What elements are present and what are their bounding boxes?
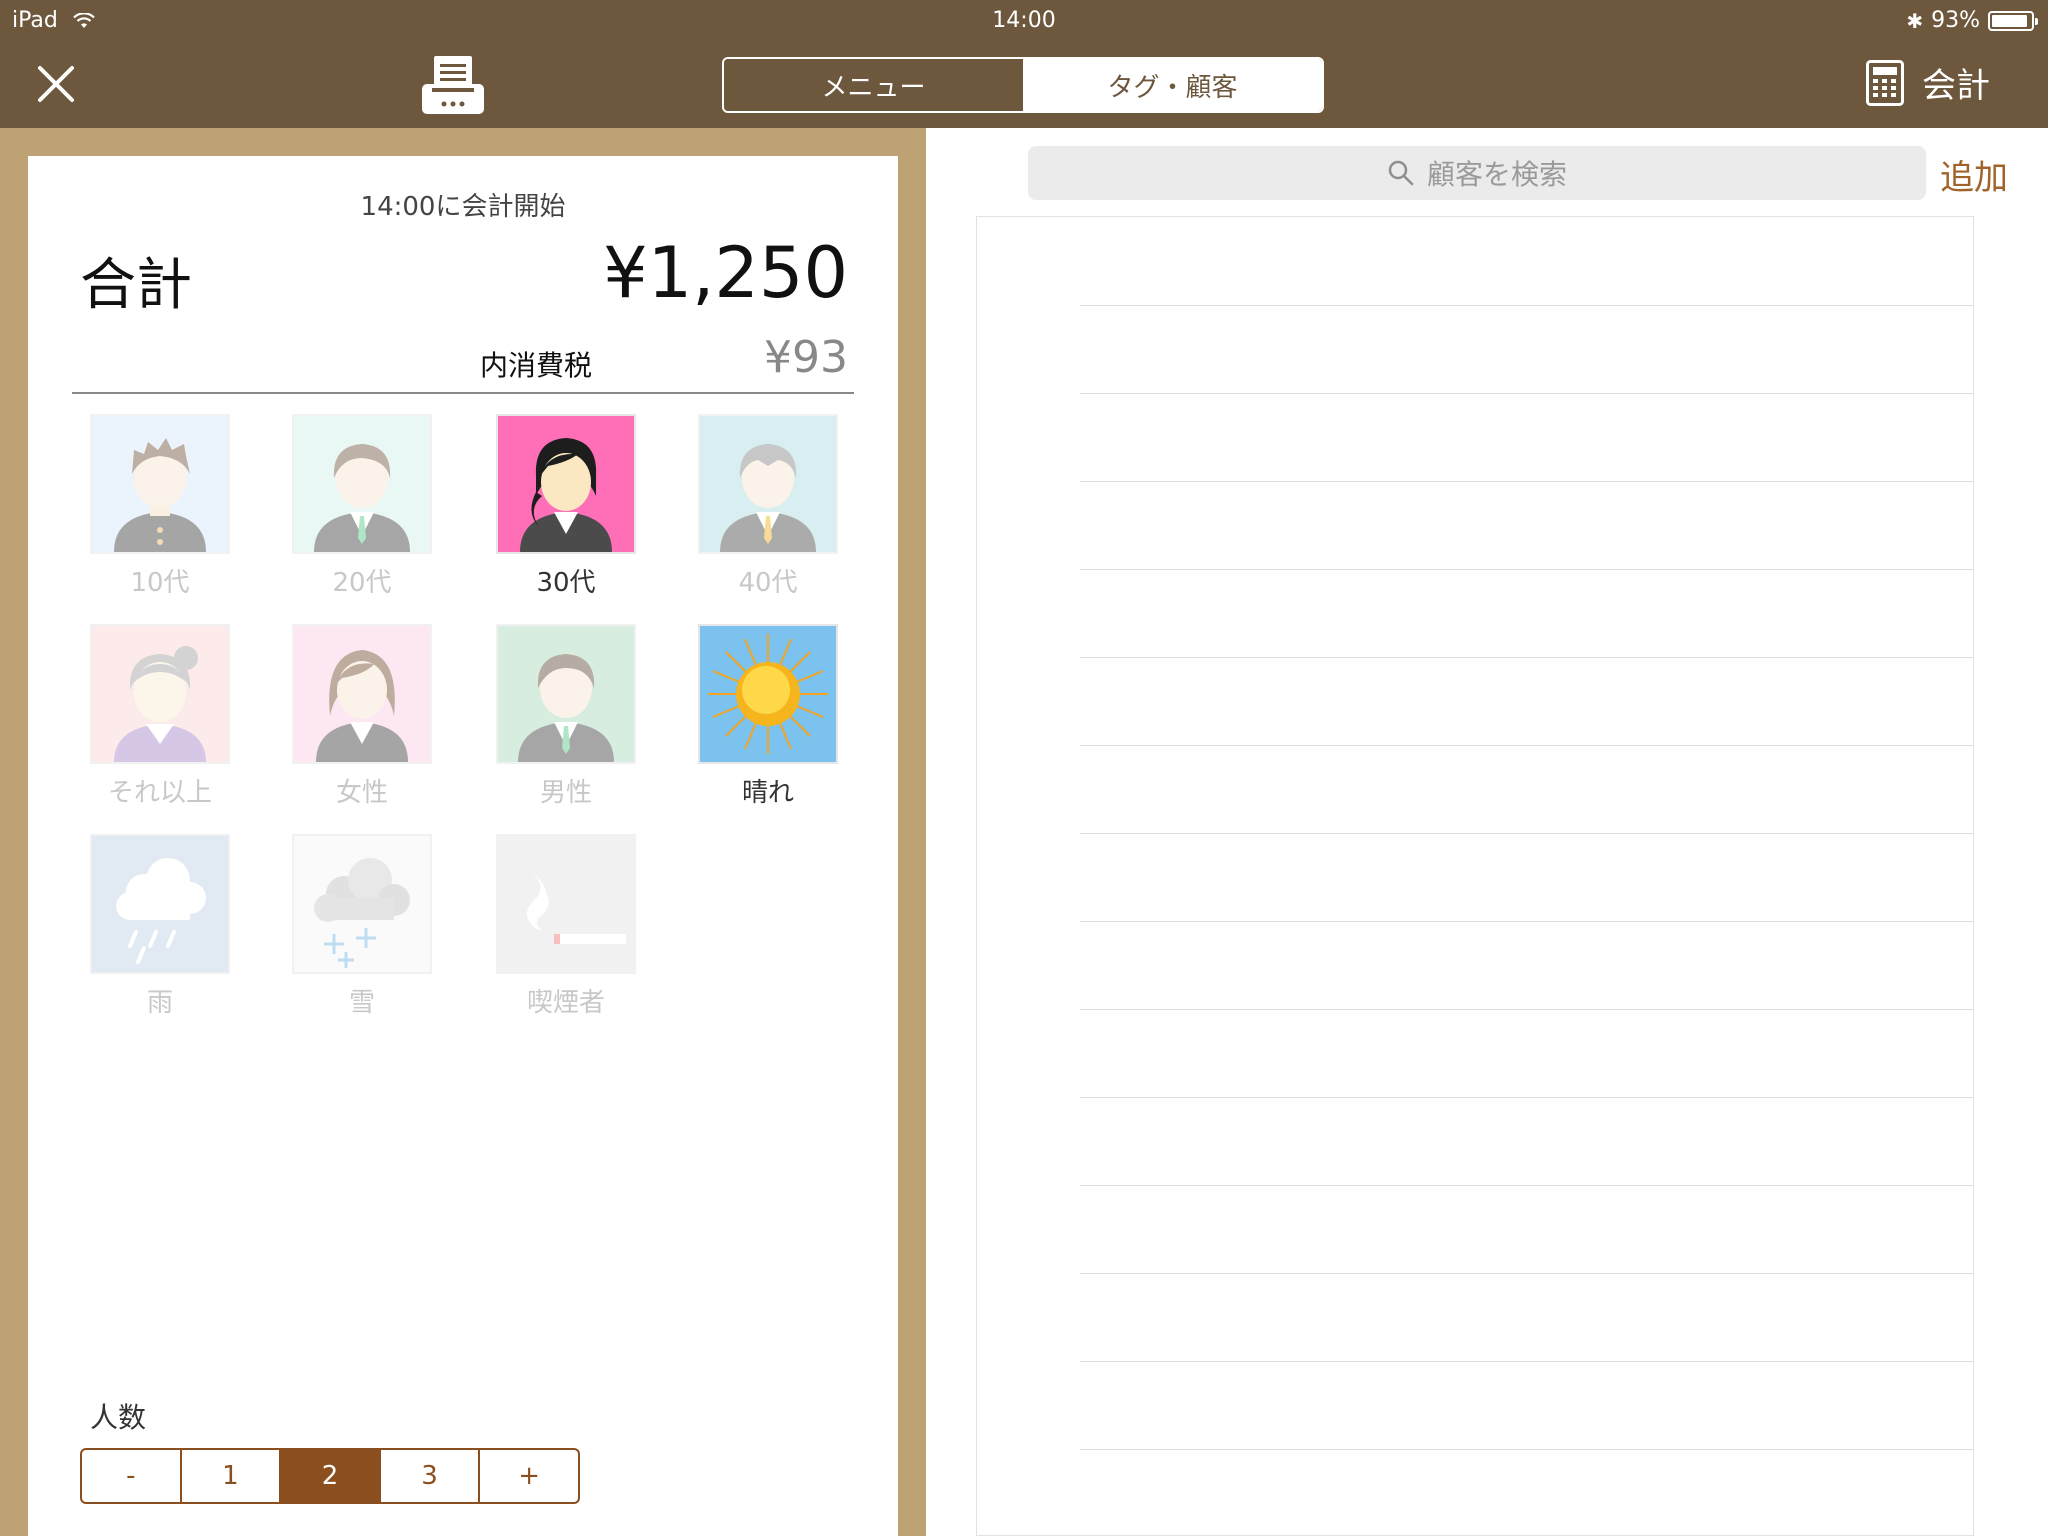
battery-icon: [1988, 10, 2038, 31]
search-icon: [1388, 160, 1414, 186]
list-separator: [1080, 833, 1973, 834]
tab-tags-customers[interactable]: タグ・顧客: [1023, 59, 1322, 111]
status-right: ✱ 93%: [1906, 8, 2038, 33]
tag-label: 女性: [335, 778, 388, 808]
tax-label: 内消費税: [480, 349, 593, 382]
woman-icon: [292, 624, 432, 764]
tag-label: それ以上: [107, 778, 212, 808]
list-separator: [1080, 1449, 1973, 1450]
tag-tile[interactable]: 30代: [496, 414, 636, 598]
smoker-icon: [496, 834, 636, 974]
party-size-stepper: - 1 2 3 +: [80, 1448, 580, 1504]
list-separator: [1080, 1097, 1973, 1098]
party-option-1[interactable]: 1: [182, 1450, 282, 1502]
close-icon[interactable]: [30, 58, 82, 110]
search-placeholder: 顧客を検索: [1426, 158, 1567, 191]
list-separator: [1080, 569, 1973, 570]
tab-menu[interactable]: メニュー: [724, 59, 1023, 111]
list-separator: [1080, 1273, 1973, 1274]
tag-label: 雪: [348, 988, 375, 1018]
party-decrement-button[interactable]: -: [82, 1450, 182, 1502]
total-value: ¥1,250: [603, 232, 848, 314]
add-customer-button[interactable]: 追加: [1940, 150, 2008, 199]
nav-bar: メニュー タグ・顧客 会計: [0, 40, 2048, 128]
tag-tile[interactable]: 男性: [496, 624, 636, 808]
bluetooth-icon: ✱: [1906, 8, 1924, 33]
list-separator: [1080, 657, 1973, 658]
tag-label: 20代: [332, 568, 392, 598]
calculator-icon: [1866, 59, 1904, 106]
sunny-icon: [698, 624, 838, 764]
list-separator: [1080, 921, 1973, 922]
rain-icon: [90, 834, 230, 974]
tag-label: 晴れ: [741, 778, 794, 808]
start-time: 14:00に会計開始: [360, 192, 566, 222]
snow-icon: [292, 834, 432, 974]
tag-label: 雨: [146, 988, 173, 1018]
young-man-icon: [292, 414, 432, 554]
total-label: 合計: [80, 253, 192, 318]
battery-percent: 93%: [1931, 8, 1980, 33]
tag-label: 男性: [539, 778, 592, 808]
list-separator: [1080, 393, 1973, 394]
tag-tile[interactable]: 喫煙者: [496, 834, 636, 1018]
tag-tile[interactable]: 女性: [292, 624, 432, 808]
segmented-control: メニュー タグ・顧客: [722, 57, 1324, 113]
tax-value: ¥93: [764, 332, 848, 383]
tag-tile[interactable]: それ以上: [90, 624, 230, 808]
teen-boy-icon: [90, 414, 230, 554]
tag-tile[interactable]: 雪: [292, 834, 432, 1018]
tag-tile[interactable]: 晴れ: [698, 624, 838, 808]
list-separator: [1080, 745, 1973, 746]
list-separator: [1080, 1361, 1973, 1362]
tag-tile[interactable]: 40代: [698, 414, 838, 598]
tag-label: 10代: [130, 568, 190, 598]
checkout-label: 会計: [1922, 66, 1990, 106]
party-size-label: 人数: [90, 1401, 147, 1434]
list-separator: [1080, 305, 1973, 306]
list-separator: [1080, 1185, 1973, 1186]
middle-aged-man-icon: [698, 414, 838, 554]
receipt-printer-icon[interactable]: [420, 54, 486, 116]
party-increment-button[interactable]: +: [480, 1450, 578, 1502]
tag-tile[interactable]: 10代: [90, 414, 230, 598]
customer-list: [976, 216, 1974, 1536]
party-option-2[interactable]: 2: [281, 1450, 381, 1502]
tag-tile[interactable]: 20代: [292, 414, 432, 598]
party-option-3[interactable]: 3: [381, 1450, 481, 1502]
tag-label: 喫煙者: [526, 988, 605, 1018]
elderly-woman-icon: [90, 624, 230, 764]
woman-30s-icon: [496, 414, 636, 554]
tag-label: 40代: [738, 568, 798, 598]
receipt-panel: 14:00に会計開始 合計 ¥1,250 内消費税 ¥93 10代 20代 30…: [28, 156, 898, 1536]
list-separator: [1080, 1009, 1973, 1010]
checkout-button[interactable]: 会計: [1866, 58, 1990, 107]
divider: [72, 392, 854, 394]
status-time: 14:00: [992, 8, 1056, 33]
battery-fill: [1992, 14, 2027, 27]
man-icon: [496, 624, 636, 764]
tag-label: 30代: [536, 568, 596, 598]
tag-tile[interactable]: 雨: [90, 834, 230, 1018]
status-bar: iPad 14:00 ✱ 93%: [0, 0, 2048, 40]
list-separator: [1080, 481, 1973, 482]
customer-search-input[interactable]: 顧客を検索: [1028, 146, 1926, 200]
